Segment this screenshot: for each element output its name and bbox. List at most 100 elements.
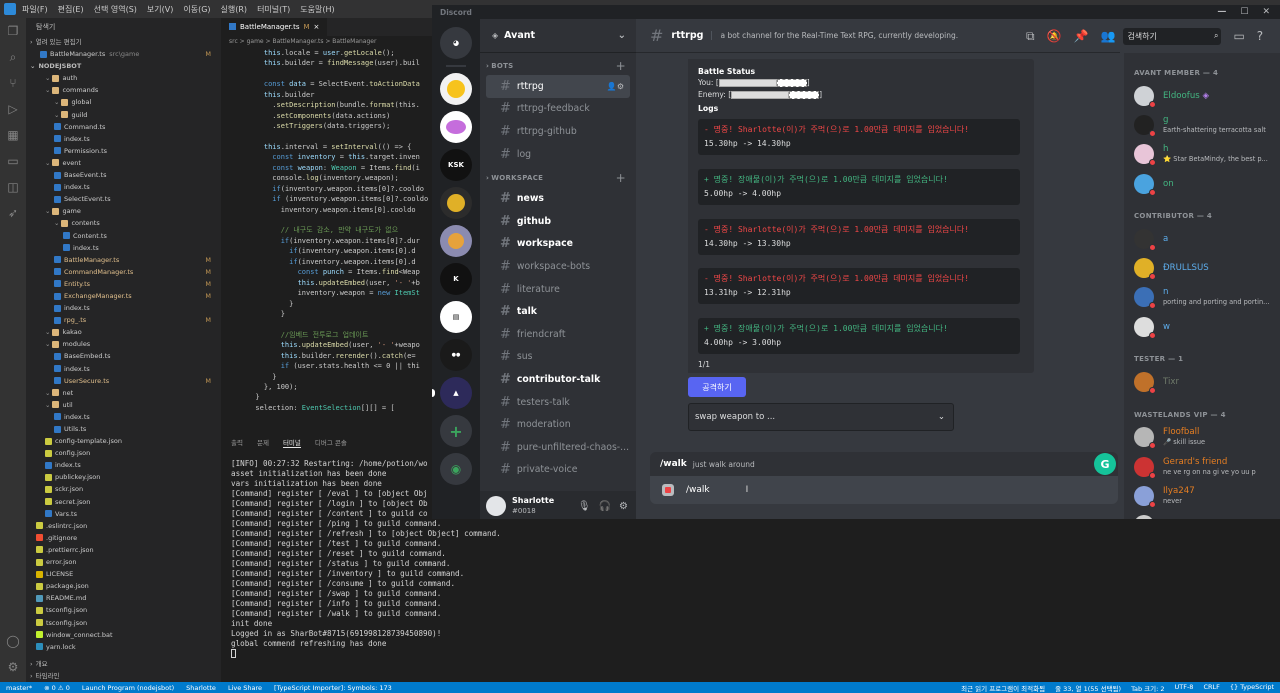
server-kx-icon[interactable]: K bbox=[440, 263, 472, 295]
code-line[interactable]: this.builder bbox=[221, 90, 432, 100]
code-line[interactable] bbox=[221, 215, 432, 225]
member-item[interactable]: w bbox=[1124, 312, 1280, 341]
help-icon[interactable]: ? bbox=[1257, 29, 1263, 43]
channel-rttrpg-github[interactable]: # rttrpg-github bbox=[486, 120, 630, 143]
tree-file[interactable]: index.ts bbox=[26, 363, 221, 375]
close-window-icon[interactable]: ✕ bbox=[1262, 7, 1270, 17]
tree-file[interactable]: index.ts bbox=[26, 181, 221, 193]
code-line[interactable]: inventory.weapon.items[0].cooldo bbox=[221, 205, 432, 215]
channel-workspace[interactable]: # workspace bbox=[486, 233, 630, 256]
code-line[interactable]: }, 100); bbox=[221, 382, 432, 392]
source-control-icon[interactable]: ⑂ bbox=[0, 70, 26, 96]
channel-log[interactable]: # log bbox=[486, 143, 630, 166]
tree-file[interactable]: README.md bbox=[26, 592, 221, 604]
code-line[interactable]: const punch = Items.find<Weap bbox=[221, 267, 432, 277]
menu-help[interactable]: 도움말(H) bbox=[300, 4, 334, 15]
tree-file[interactable]: tsconfig.json bbox=[26, 604, 221, 616]
tree-file[interactable]: secret.json bbox=[26, 496, 221, 508]
open-editor-item[interactable]: BattleManager.ts src\game M bbox=[26, 48, 221, 60]
tree-folder[interactable]: ⌄ kakao bbox=[26, 326, 221, 338]
language-mode[interactable]: {} TypeScript bbox=[1230, 683, 1274, 693]
add-server-icon[interactable]: + bbox=[440, 415, 472, 447]
tree-folder[interactable]: ⌄ global bbox=[26, 96, 221, 108]
notification-mute-icon[interactable]: 🔕 bbox=[1047, 29, 1062, 43]
server-dark-icon[interactable]: ●● bbox=[440, 339, 472, 371]
tree-folder[interactable]: ⌄ auth bbox=[26, 72, 221, 84]
tree-file[interactable]: index.ts bbox=[26, 242, 221, 254]
server-brawl-icon[interactable] bbox=[440, 187, 472, 219]
code-area[interactable]: this.locale = user.getLocale(); this.bui… bbox=[221, 48, 432, 413]
search-input[interactable]: 검색하기 ⌕ bbox=[1123, 27, 1222, 45]
channel-rttrpg-feedback[interactable]: # rttrpg-feedback bbox=[486, 98, 630, 121]
tree-file[interactable]: ExchangeManager.ts M bbox=[26, 290, 221, 302]
settings-gear-icon[interactable]: ⚙ bbox=[0, 654, 26, 680]
channel-talk[interactable]: # talk bbox=[486, 300, 630, 323]
code-line[interactable]: console.log(inventory.weapon); bbox=[221, 173, 432, 183]
member-item[interactable]: Eldoofus ◈ bbox=[1124, 81, 1280, 110]
member-item[interactable]: g Earth-shattering terracotta salt bbox=[1124, 110, 1280, 139]
channel-literature[interactable]: # literature bbox=[486, 278, 630, 301]
tree-folder[interactable]: ⌄ net bbox=[26, 387, 221, 399]
tree-folder[interactable]: ⌄ game bbox=[26, 205, 221, 217]
channel-pure-unfiltered-chaos-[interactable]: # pure-unfiltered-chaos-... bbox=[486, 436, 630, 459]
code-line[interactable]: } bbox=[221, 299, 432, 309]
tree-file[interactable]: sckr.json bbox=[26, 483, 221, 495]
server-avant-icon[interactable]: ▲ bbox=[432, 377, 472, 409]
inbox-icon[interactable]: ▭ bbox=[1233, 29, 1244, 43]
home-discord-icon[interactable]: ◕ bbox=[440, 27, 472, 59]
tree-folder[interactable]: ⌄ contents bbox=[26, 217, 221, 229]
server-duck-icon[interactable] bbox=[440, 73, 472, 105]
maximize-icon[interactable]: ☐ bbox=[1240, 7, 1248, 17]
live-share-icon[interactable]: ➶ bbox=[0, 200, 26, 226]
code-line[interactable]: .setTriggers(data.triggers); bbox=[221, 121, 432, 131]
tree-file[interactable]: Utils.ts bbox=[26, 423, 221, 435]
files-icon[interactable]: ❐ bbox=[0, 18, 26, 44]
code-line[interactable] bbox=[221, 132, 432, 142]
tree-file[interactable]: error.json bbox=[26, 556, 221, 568]
microphone-icon[interactable]: 🎙 bbox=[578, 501, 591, 512]
tree-folder[interactable]: ⌄ event bbox=[26, 157, 221, 169]
code-line[interactable]: this.builder.rerender().catch(e= bbox=[221, 351, 432, 361]
tree-file[interactable]: BaseEmbed.ts bbox=[26, 350, 221, 362]
tree-file[interactable]: index.ts bbox=[26, 302, 221, 314]
code-line[interactable]: } bbox=[221, 372, 432, 382]
tree-file[interactable]: tsconfig.json bbox=[26, 617, 221, 629]
code-line[interactable] bbox=[221, 319, 432, 329]
code-line[interactable]: // 내구도 감소, 만약 내구도가 없으 bbox=[221, 225, 432, 235]
tree-file[interactable]: UserSecure.ts M bbox=[26, 375, 221, 387]
tree-file[interactable]: BaseEvent.ts bbox=[26, 169, 221, 181]
server-chat-icon[interactable]: ▤ bbox=[440, 301, 472, 333]
explore-compass-icon[interactable]: ◉ bbox=[440, 453, 472, 485]
code-line[interactable]: } bbox=[221, 309, 432, 319]
tree-file[interactable]: config.json bbox=[26, 447, 221, 459]
tree-file[interactable]: BattleManager.ts M bbox=[26, 254, 221, 266]
member-item[interactable]: a bbox=[1124, 224, 1280, 253]
channel-testers-talk[interactable]: # testers-talk bbox=[486, 391, 630, 414]
menu-file[interactable]: 파일(F) bbox=[22, 4, 48, 15]
cursor-position[interactable]: 줄 33, 열 1(55 선택됨) bbox=[1055, 683, 1121, 693]
tab-terminal[interactable]: 터미널 bbox=[282, 437, 301, 448]
code-line[interactable]: .setDescription(bundle.format(this. bbox=[221, 100, 432, 110]
code-line[interactable]: const weapon: Weapon = Items.find(i bbox=[221, 163, 432, 173]
threads-icon[interactable]: ⧉ bbox=[1026, 29, 1035, 44]
code-line[interactable]: } bbox=[221, 392, 432, 402]
git-branch[interactable]: master* bbox=[6, 684, 32, 692]
remote-icon[interactable]: ▭ bbox=[0, 148, 26, 174]
code-line[interactable]: inventory.weapon = new ItemSt bbox=[221, 288, 432, 298]
editor-tab[interactable]: BattleManager.ts M × bbox=[221, 18, 328, 36]
channel-sus[interactable]: # sus bbox=[486, 346, 630, 369]
tree-file[interactable]: rpg_.ts M bbox=[26, 314, 221, 326]
user-settings-gear-icon[interactable]: ⚙ bbox=[619, 501, 628, 512]
weapon-select[interactable]: swap weapon to ... ⌄ bbox=[688, 403, 954, 431]
chevron-down-icon[interactable]: ⌄ bbox=[618, 30, 636, 41]
tree-file[interactable]: Permission.ts bbox=[26, 145, 221, 157]
server-ksk-icon[interactable]: KSK bbox=[440, 149, 472, 181]
channel-private-voice[interactable]: # private-voice bbox=[486, 459, 630, 482]
headphones-icon[interactable]: 🎧 bbox=[599, 501, 611, 512]
member-item[interactable]: h ⭐ Star BetaMindy, the best p... bbox=[1124, 140, 1280, 169]
tree-file[interactable]: config-template.json bbox=[26, 435, 221, 447]
tree-file[interactable]: index.ts bbox=[26, 459, 221, 471]
tab-output[interactable]: 출력 bbox=[231, 437, 243, 447]
code-line[interactable]: if(inventory.weapon.items[0].d bbox=[221, 246, 432, 256]
launch-config[interactable]: Launch Program (nodejsbot) bbox=[82, 684, 174, 692]
